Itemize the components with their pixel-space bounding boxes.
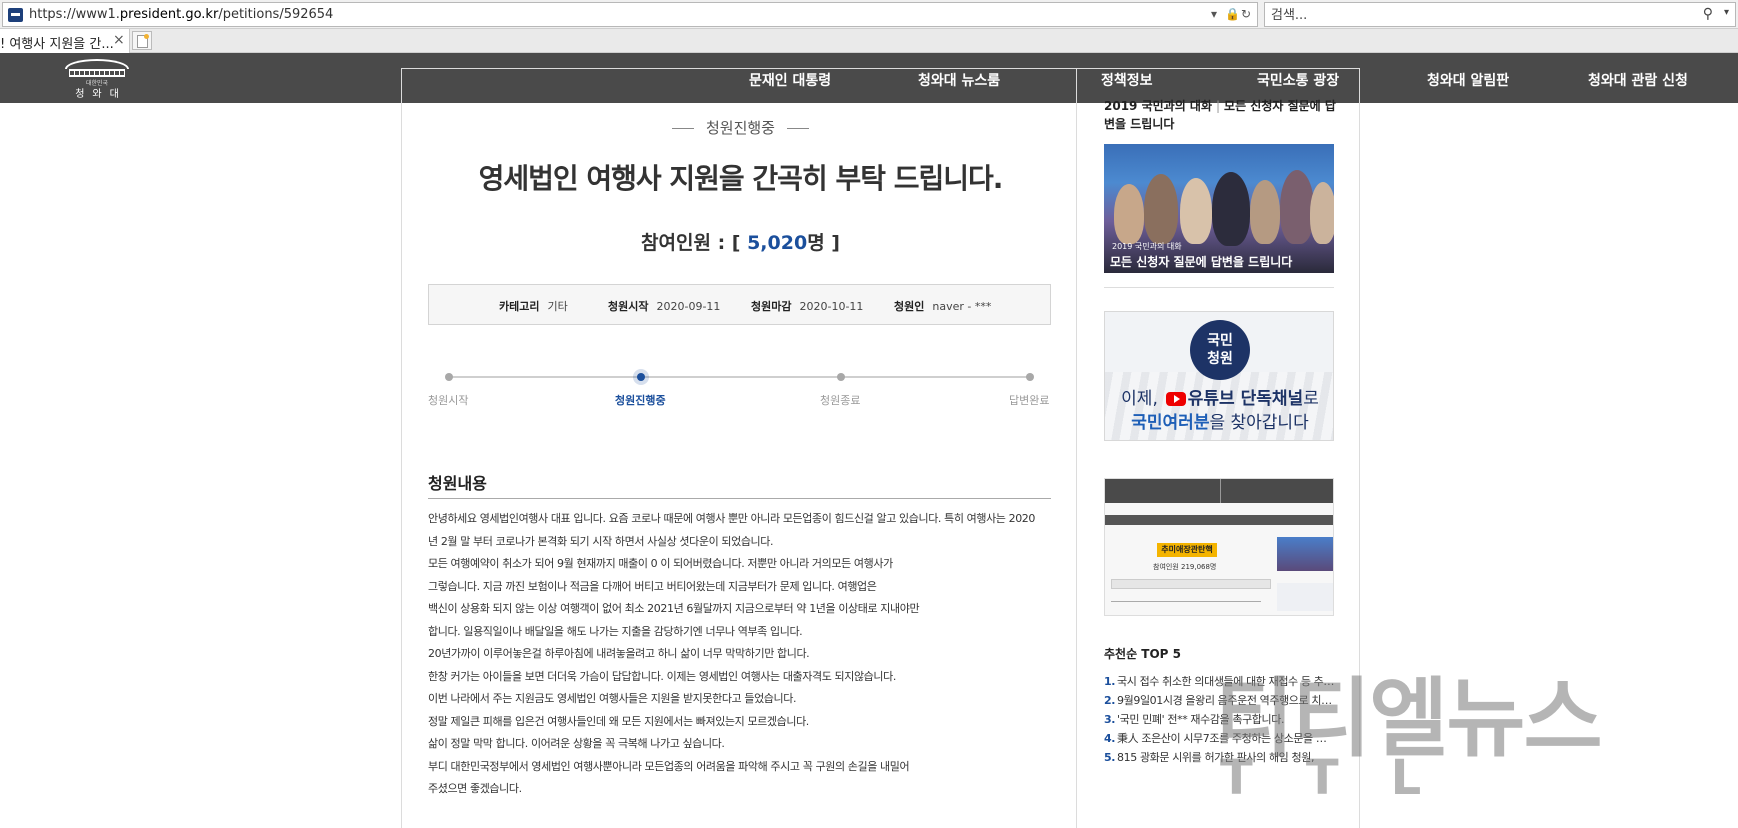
content-line: 이번 나라에서 주는 지원금도 영세법인 여행사들은 지원을 받지못한다고 들었… [428,692,797,705]
logo-text: 청와대 [75,89,127,100]
content-line: 정말 제일큰 피해를 입은건 여행사들인데 왜 모든 지원에서는 빠져있는지 모… [428,714,809,728]
sidebar-caption[interactable]: 2019 국민과의 대화 | 모든 신청자 질문에 답변을 드립니다 [1104,97,1336,133]
logo-building-icon [69,69,125,77]
top5-heading: 추천순 TOP 5 [1104,647,1182,661]
thumbnail-count: 참여인원 219,068명 [1153,563,1217,571]
browser-search-box[interactable]: ⚲ ▾ [1264,2,1736,27]
info-author: 청원인 naver - *** [894,300,992,313]
url-field[interactable]: https://www1.president.go.kr/petitions/5… [2,2,1258,27]
crowd-figure [1212,172,1250,246]
banner-small-caption: 2019 국민과의 대화 [1112,242,1182,251]
banner-screenshot-thumbnail[interactable]: 추미애장관탄핵 참여인원 219,068명 [1104,478,1334,616]
content-line: 안녕하세요 영세법인여행사 대표 입니다. 요즘 코로나 때문에 여행사 뿐만 … [428,512,1036,525]
content-line: 삶이 정말 막막 합니다. 이어려운 상황을 꼭 극복해 나가고 싶습니다. [428,737,725,750]
stage-label: 청원종료 [820,394,861,407]
progress-track [448,376,1030,378]
nav-item-notice[interactable]: 청와대 알림판 [1427,70,1509,90]
thumbnail-image [1277,537,1333,571]
watermark-sub: TTL [1220,750,1474,806]
address-bar: https://www1.president.go.kr/petitions/5… [0,0,1738,29]
content-line: 한창 커가는 아이들을 보면 더더욱 가슴이 답답합니다. 이제는 영세법인 여… [428,669,896,683]
participants-count: 참여인원 : [ 5,020명 ] [641,232,840,254]
thumbnail-header [1105,479,1333,503]
stage-dot [445,373,453,381]
stage-label: 청원시작 [428,394,469,407]
thumbnail-badge: 추미애장관탄핵 [1157,543,1217,557]
info-end: 청원마감 2020-10-11 [751,300,864,313]
banner-line-2: 국민여러분을 찾아갑니다 [1131,413,1309,433]
banner-youtube-channel[interactable]: 국민 청원 이제, 유튜브 단독채널로 국민여러분을 찾아갑니다 [1104,311,1334,441]
petition-badge-icon: 국민 청원 [1190,320,1250,380]
info-category: 카테고리 기타 [499,300,568,313]
content-line: 그렇습니다. 지금 까진 보험이나 적금을 다깨어 버티고 버티어왔는데 지금부… [428,579,877,593]
banner-national-dialogue[interactable]: 2019 국민과의 대화 모든 신청자 질문에 답변을 드립니다 [1104,144,1334,273]
site-favicon-icon [8,8,23,22]
content-divider [428,498,1051,499]
petition-status: 청원진행중 [428,117,1053,138]
thumbnail-info [1111,579,1271,589]
new-tab-icon[interactable] [132,31,152,50]
banner-line-1: 이제, 유튜브 단독채널로 [1121,389,1319,409]
content-line: 주셨으면 좋겠습니다. [428,782,522,795]
logo-roof-icon [65,59,129,69]
close-icon[interactable]: × [113,32,125,48]
stage-label-active: 청원진행중 [615,394,666,407]
youtube-icon [1165,392,1186,406]
crowd-figure [1310,182,1334,244]
url-text[interactable]: https://www1.president.go.kr/petitions/5… [29,7,333,22]
stage-dot [837,373,845,381]
stage-dot [1026,373,1034,381]
info-start: 청원시작 2020-09-11 [608,300,721,313]
site-logo[interactable]: 대한민국 청와대 [59,59,135,100]
thumbnail-nav [1105,515,1333,525]
tab-bar: ! 여행사 지원을 간... × [0,29,1738,53]
stage-label: 답변완료 [1009,394,1050,407]
lock-icon[interactable]: 🔒 [1225,7,1240,21]
dropdown-arrow-icon[interactable]: ▾ [1211,7,1217,21]
petition-content: 안녕하세요 영세법인여행사 대표 입니다. 요즘 코로나 때문에 여행사 뿐만 … [428,508,1053,801]
thumbnail-progress [1111,601,1261,602]
content-heading: 청원내용 [428,474,487,493]
crowd-figure [1180,178,1212,244]
content-line: 모든 여행예약이 취소가 되어 9월 현재까지 매출이 0 이 되어버렸습니다.… [428,557,893,570]
crowd-figure [1280,170,1314,244]
sidebar-divider [1104,287,1334,288]
chevron-down-icon[interactable]: ▾ [1724,7,1729,18]
content-line: 백신이 상용화 되지 않는 이상 여행객이 없어 최소 2021년 6월달까지 … [428,602,920,615]
browser-tab[interactable]: ! 여행사 지원을 간... × [0,29,130,53]
banner-big-caption: 모든 신청자 질문에 답변을 드립니다 [1110,255,1293,269]
tab-title[interactable]: ! 여행사 지원을 간... [0,33,114,52]
content-line: 년 2월 말 부터 코로나가 본격화 되기 시작 하면서 사실상 셧다운이 되었… [428,534,774,548]
content-line: 20년가까이 이루어놓은걸 하루아침에 내려놓을려고 하니 삶이 너무 막막하기… [428,647,810,660]
search-icon[interactable]: ⚲ [1703,6,1713,22]
petition-info-box: 카테고리 기타 청원시작 2020-09-11 청원마감 2020-10-11 청원인… [428,284,1051,325]
refresh-icon[interactable]: ↻ [1241,7,1251,21]
crowd-figure [1250,180,1280,244]
page-title: 영세법인 여행사 지원을 간곡히 부탁 드립니다. [478,162,1004,195]
nav-item-tour[interactable]: 청와대 관람 신청 [1588,70,1688,90]
content-line: 부디 대한민국정부에서 영세법인 여행사뿐아니라 모든업종의 어려움을 파악해 … [428,759,910,773]
crowd-figure [1114,184,1144,244]
crowd-figure [1144,174,1178,244]
stage-dot-active [637,373,645,381]
browser-search-input[interactable] [1271,6,1691,24]
content-line: 합니다. 일용직일이나 배달일을 해도 나가는 지출을 감당하기엔 너무나 역부… [428,624,803,638]
thumbnail-image [1277,583,1333,611]
